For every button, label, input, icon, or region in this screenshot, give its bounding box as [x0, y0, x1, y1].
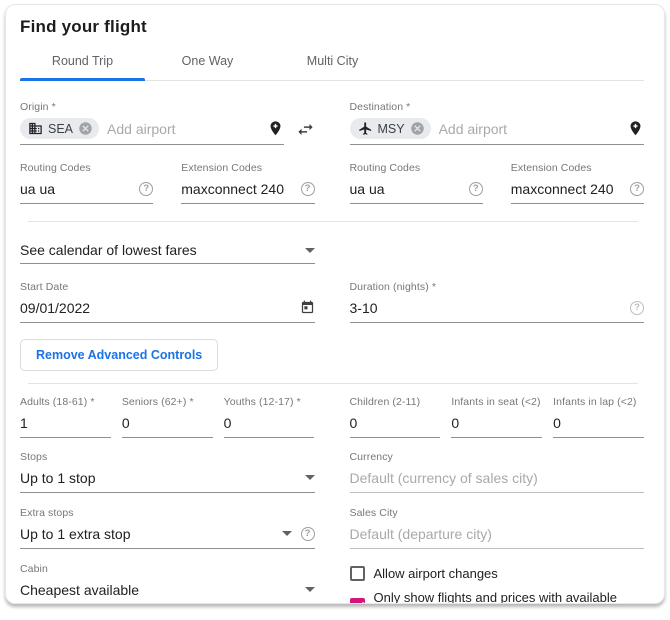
- sales-city-field[interactable]: Sales City Default (departure city): [349, 507, 644, 549]
- routing-codes-return-field[interactable]: Routing Codes ua ua: [349, 162, 483, 204]
- extension-codes-outbound-value[interactable]: maxconnect 240: [181, 181, 284, 197]
- cabin-value: Cheapest available: [20, 581, 140, 598]
- cabin-label: Cabin: [20, 563, 48, 575]
- youths-field[interactable]: Youths (12-17) * 0: [223, 396, 315, 438]
- currency-input[interactable]: Default (currency of sales city): [350, 470, 538, 486]
- section-divider: [28, 383, 638, 384]
- trip-type-tabs: Round Trip One Way Multi City: [20, 46, 644, 81]
- start-date-value[interactable]: 09/01/2022: [20, 300, 90, 316]
- extension-codes-return-label: Extension Codes: [510, 162, 592, 174]
- extension-codes-return-value[interactable]: maxconnect 240: [511, 181, 614, 197]
- routing-codes-return-value[interactable]: ua ua: [350, 181, 385, 197]
- infants-seat-value[interactable]: 0: [451, 415, 459, 431]
- adults-value[interactable]: 1: [20, 415, 28, 431]
- tab-one-way[interactable]: One Way: [145, 46, 270, 80]
- sales-city-label: Sales City: [349, 507, 398, 519]
- tab-round-trip[interactable]: Round Trip: [20, 46, 145, 81]
- cabin-select[interactable]: Cabin Cheapest available: [20, 563, 315, 603]
- destination-chip-label: MSY: [377, 121, 405, 136]
- children-field[interactable]: Children (2-11) 0: [349, 396, 441, 438]
- flight-search-card: Find your flight Round Trip One Way Mult…: [5, 4, 665, 604]
- building-icon: [29, 122, 42, 135]
- allow-airport-changes-checkbox[interactable]: Allow airport changes: [349, 566, 645, 581]
- duration-field[interactable]: Duration (nights) * 3-10: [349, 281, 644, 323]
- stops-select[interactable]: Stops Up to 1 stop: [20, 451, 315, 493]
- infants-seat-field[interactable]: Infants in seat (<2) 0: [451, 396, 543, 438]
- routing-codes-outbound-field[interactable]: Routing Codes ua ua: [20, 162, 154, 204]
- youths-label: Youths (12-17) *: [223, 396, 301, 408]
- infants-lap-label: Infants in lap (<2): [553, 396, 637, 408]
- infants-lap-value[interactable]: 0: [553, 415, 561, 431]
- destination-label: Destination *: [349, 101, 411, 113]
- calendar-icon[interactable]: [300, 300, 315, 315]
- seniors-field[interactable]: Seniors (62+) * 0: [121, 396, 213, 438]
- destination-location-pin-icon[interactable]: [627, 120, 644, 137]
- page-title: Find your flight: [20, 17, 147, 36]
- currency-field[interactable]: Currency Default (currency of sales city…: [349, 451, 644, 493]
- children-value[interactable]: 0: [350, 415, 358, 431]
- youths-value[interactable]: 0: [224, 415, 232, 431]
- seniors-value[interactable]: 0: [122, 415, 130, 431]
- infants-seat-label: Infants in seat (<2): [451, 396, 541, 408]
- calendar-select-value: See calendar of lowest fares: [20, 242, 197, 258]
- section-divider: [28, 221, 638, 222]
- checkbox-icon: [349, 566, 365, 581]
- routing-return-help-icon[interactable]: [468, 181, 483, 196]
- destination-input[interactable]: Add airport: [439, 121, 507, 137]
- remove-origin-icon[interactable]: [78, 121, 93, 136]
- duration-value[interactable]: 3-10: [350, 300, 378, 316]
- remove-destination-icon[interactable]: [410, 121, 425, 136]
- routing-codes-outbound-value[interactable]: ua ua: [20, 181, 55, 197]
- routing-codes-return-label: Routing Codes: [349, 162, 421, 174]
- origin-input[interactable]: Add airport: [107, 121, 175, 137]
- extension-codes-return-field[interactable]: Extension Codes maxconnect 240: [510, 162, 644, 204]
- destination-field[interactable]: Destination * MSY Add airport: [349, 101, 644, 145]
- extra-stops-value: Up to 1 extra stop: [20, 525, 131, 542]
- available-seats-label: Only show flights and prices with availa…: [373, 590, 618, 604]
- duration-help-icon[interactable]: [630, 300, 644, 315]
- remove-advanced-controls-button[interactable]: Remove Advanced Controls: [20, 339, 219, 371]
- seniors-label: Seniors (62+) *: [121, 396, 194, 408]
- origin-field[interactable]: Origin * SEA Add airport: [20, 101, 284, 145]
- chevron-down-icon: [304, 247, 315, 253]
- start-date-field[interactable]: Start Date 09/01/2022: [20, 281, 315, 323]
- tab-multi-city[interactable]: Multi City: [270, 46, 395, 80]
- origin-chip-label: SEA: [48, 121, 74, 136]
- infants-lap-field[interactable]: Infants in lap (<2) 0: [553, 396, 644, 438]
- checkbox-checked-icon: [349, 597, 365, 603]
- currency-label: Currency: [349, 451, 393, 463]
- origin-chip[interactable]: SEA: [20, 118, 100, 139]
- start-date-label: Start Date: [20, 281, 69, 293]
- extra-stops-help-icon[interactable]: [300, 526, 315, 541]
- available-seats-checkbox[interactable]: Only show flights and prices with availa…: [349, 590, 645, 604]
- allow-airport-changes-label: Allow airport changes: [373, 566, 498, 581]
- airplane-icon: [358, 122, 371, 135]
- stops-value: Up to 1 stop: [20, 469, 96, 486]
- chevron-down-icon: [304, 475, 315, 480]
- origin-location-pin-icon[interactable]: [267, 120, 284, 137]
- duration-label: Duration (nights) *: [349, 281, 437, 293]
- chevron-down-icon: [281, 531, 292, 536]
- children-label: Children (2-11): [349, 396, 421, 408]
- routing-codes-outbound-label: Routing Codes: [20, 162, 91, 174]
- swap-airports-icon[interactable]: [296, 120, 315, 139]
- extension-codes-outbound-field[interactable]: Extension Codes maxconnect 240: [181, 162, 315, 204]
- extra-stops-select[interactable]: Extra stops Up to 1 extra stop: [20, 507, 315, 549]
- chevron-down-icon: [304, 587, 315, 592]
- origin-label: Origin *: [20, 101, 56, 113]
- stops-label: Stops: [20, 451, 48, 463]
- extension-outbound-help-icon[interactable]: [300, 181, 315, 196]
- sales-city-input[interactable]: Default (departure city): [350, 526, 492, 542]
- extension-return-help-icon[interactable]: [630, 181, 644, 196]
- destination-chip[interactable]: MSY: [349, 118, 431, 139]
- calendar-select[interactable]: See calendar of lowest fares: [20, 236, 315, 264]
- routing-outbound-help-icon[interactable]: [139, 181, 154, 196]
- extension-codes-outbound-label: Extension Codes: [181, 162, 263, 174]
- adults-field[interactable]: Adults (18-61) * 1: [20, 396, 111, 438]
- extra-stops-label: Extra stops: [20, 507, 74, 519]
- adults-label: Adults (18-61) *: [20, 396, 95, 408]
